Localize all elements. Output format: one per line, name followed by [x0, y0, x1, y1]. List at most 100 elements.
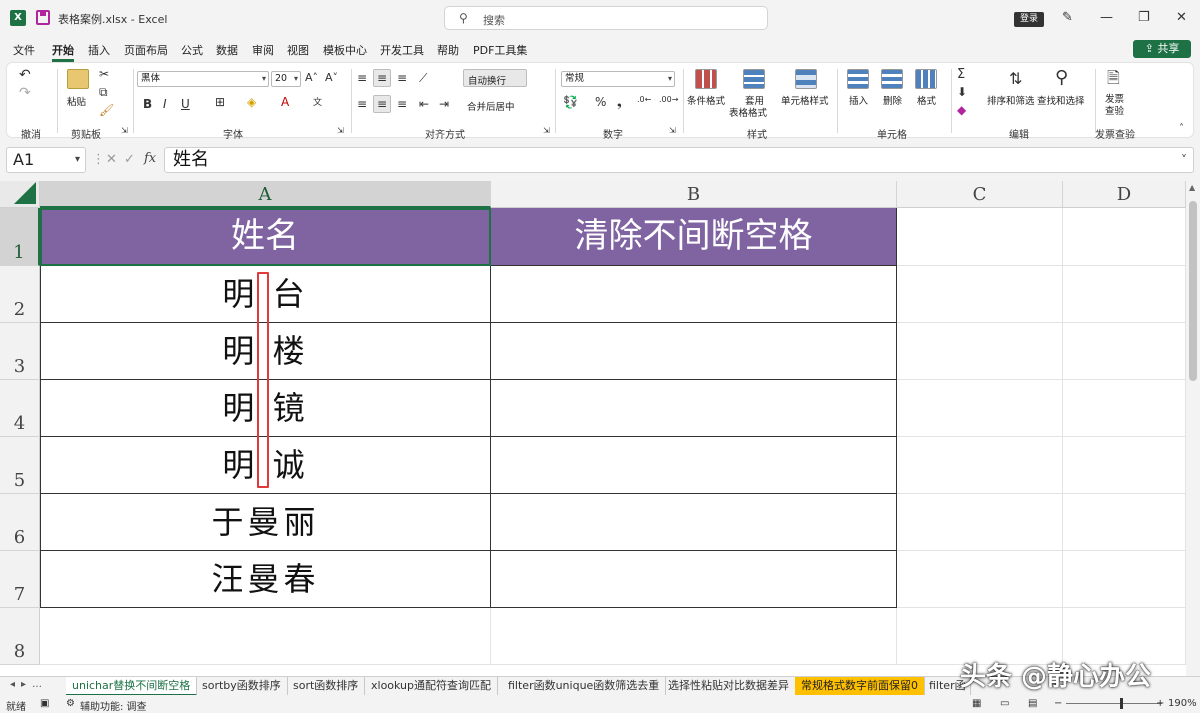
fill-icon[interactable]: ⬇ — [957, 85, 967, 99]
macro-icon[interactable]: ▣ — [40, 698, 49, 709]
cell-c7[interactable] — [897, 551, 1063, 608]
cell-c1[interactable] — [897, 208, 1063, 266]
save-icon[interactable] — [36, 10, 50, 25]
name-box[interactable]: A1 ▾ — [6, 147, 86, 173]
row-header-3[interactable]: 3 — [0, 323, 40, 380]
tab-developer[interactable]: 开发工具 — [380, 42, 424, 58]
column-header-d[interactable]: D — [1063, 181, 1186, 208]
tab-data[interactable]: 数据 — [216, 42, 238, 58]
orientation-icon[interactable]: ⟋ — [419, 71, 427, 86]
sort-filter-icon[interactable]: ⇅ — [1009, 69, 1022, 88]
insert-cells-button[interactable]: 插入 — [849, 93, 868, 107]
cell-d1[interactable] — [1063, 208, 1186, 266]
fill-color-icon[interactable]: ◈ — [247, 95, 256, 109]
sheet-tab[interactable]: sort函数排序 — [287, 677, 366, 696]
align-left-icon[interactable]: ≡ — [357, 97, 367, 111]
sheet-nav-icon[interactable]: ◂▸… — [10, 679, 48, 690]
pen-icon[interactable]: ✎ — [1062, 10, 1073, 25]
restore-icon[interactable]: ❐ — [1138, 10, 1150, 25]
currency-icon[interactable]: 💱 — [563, 95, 578, 109]
formula-input[interactable]: 姓名 ˅ — [164, 147, 1194, 173]
select-all-button[interactable] — [0, 181, 40, 208]
login-button[interactable]: 登录 — [1014, 12, 1044, 27]
tab-template-center[interactable]: 模板中心 — [323, 42, 367, 58]
column-header-c[interactable]: C — [897, 181, 1063, 208]
cell-c6[interactable] — [897, 494, 1063, 551]
number-format-select[interactable]: 常规 ▾ — [561, 71, 675, 87]
italic-button[interactable]: I — [163, 97, 167, 111]
cell-styles-button[interactable]: 单元格样式 — [781, 93, 829, 107]
invoice-icon[interactable]: 🗎 — [1107, 67, 1120, 94]
collapse-ribbon-icon[interactable]: ˄ — [1179, 123, 1184, 134]
cancel-icon[interactable]: ✕ — [106, 152, 117, 167]
find-select-button[interactable]: 查找和选择 — [1037, 93, 1085, 107]
tab-pdf-tools[interactable]: PDF工具集 — [473, 42, 527, 58]
copy-icon[interactable]: ⧉ — [99, 85, 108, 100]
sort-filter-button[interactable]: 排序和筛选 — [987, 93, 1035, 107]
row-header-6[interactable]: 6 — [0, 494, 40, 551]
tab-review[interactable]: 审阅 — [252, 42, 274, 58]
insert-function-icon[interactable]: fx — [144, 151, 156, 166]
accessibility-status[interactable]: 辅助功能: 调查 — [80, 698, 147, 713]
underline-button[interactable]: U — [181, 97, 190, 111]
zoom-slider[interactable] — [1066, 703, 1162, 704]
border-icon[interactable]: ⊞ — [215, 95, 225, 109]
cell-b4[interactable] — [491, 380, 897, 437]
find-icon[interactable]: ⚲ — [1055, 67, 1068, 88]
delete-cells-button[interactable]: 删除 — [883, 93, 902, 107]
tab-help[interactable]: 帮助 — [437, 42, 459, 58]
page-break-view-icon[interactable]: ▤ — [1028, 698, 1037, 709]
shrink-font-icon[interactable]: A˅ — [325, 71, 338, 84]
sheet-tab[interactable]: 常规格式数字前面保留0 — [795, 677, 925, 696]
cell-c4[interactable] — [897, 380, 1063, 437]
cell-b3[interactable] — [491, 323, 897, 380]
invoice-button-label-2[interactable]: 查验 — [1105, 103, 1124, 117]
cell-b5[interactable] — [491, 437, 897, 494]
merge-center-button[interactable]: 合并后居中 — [467, 99, 515, 113]
search-input[interactable]: ⚲ 搜索 — [444, 6, 768, 30]
undo-icon[interactable]: ↶ — [19, 67, 31, 83]
font-size-select[interactable]: 20 ▾ — [271, 71, 301, 87]
sheet-tab[interactable]: 选择性粘贴对比数据差异 — [662, 677, 796, 696]
sheet-tab[interactable]: filter函数unique函数筛选去重 — [502, 677, 667, 696]
enter-icon[interactable]: ✓ — [124, 152, 135, 167]
format-cells-icon[interactable] — [915, 69, 937, 89]
cell-d2[interactable] — [1063, 266, 1186, 323]
zoom-in-icon[interactable]: + — [1156, 698, 1164, 709]
tab-formulas[interactable]: 公式 — [181, 42, 203, 58]
cell-b8[interactable] — [491, 608, 897, 665]
cell-d7[interactable] — [1063, 551, 1186, 608]
sheet-tab[interactable]: sortby函数排序 — [196, 677, 288, 696]
cell-b1[interactable]: 清除不间断空格 — [491, 208, 897, 266]
font-name-select[interactable]: 黑体 ▾ — [137, 71, 269, 87]
cut-icon[interactable]: ✂ — [99, 67, 109, 81]
cell-d3[interactable] — [1063, 323, 1186, 380]
dialog-launcher-icon[interactable]: ⇲ — [337, 126, 344, 135]
bold-button[interactable]: B — [143, 97, 152, 111]
align-top-icon[interactable]: ≡ — [357, 71, 367, 85]
paste-icon[interactable] — [67, 69, 89, 89]
dialog-launcher-icon[interactable]: ⇲ — [669, 126, 676, 135]
grow-font-icon[interactable]: A˄ — [305, 71, 318, 84]
tab-insert[interactable]: 插入 — [88, 42, 110, 58]
format-painter-icon[interactable]: 🖌 — [99, 103, 114, 117]
tab-view[interactable]: 视图 — [287, 42, 309, 58]
align-right-icon[interactable]: ≡ — [397, 97, 407, 111]
page-layout-view-icon[interactable]: ▭ — [1000, 698, 1009, 709]
row-header-8[interactable]: 8 — [0, 608, 40, 665]
conditional-format-icon[interactable] — [695, 69, 717, 89]
cell-c3[interactable] — [897, 323, 1063, 380]
row-header-5[interactable]: 5 — [0, 437, 40, 494]
row-header-7[interactable]: 7 — [0, 551, 40, 608]
indent-decrease-icon[interactable]: ⇤ — [419, 97, 429, 111]
phonetic-icon[interactable]: 文 — [313, 95, 322, 108]
row-header-2[interactable]: 2 — [0, 266, 40, 323]
zoom-level[interactable]: 190% — [1168, 698, 1197, 709]
sheet-tab[interactable]: unichar替换不间断空格 — [66, 677, 198, 696]
format-cells-button[interactable]: 格式 — [917, 93, 936, 107]
minimize-icon[interactable]: — — [1100, 10, 1113, 25]
normal-view-icon[interactable]: ▦ — [972, 698, 981, 709]
row-header-1[interactable]: 1 — [0, 208, 40, 266]
redo-icon[interactable]: ↷ — [19, 85, 31, 101]
tab-home[interactable]: 开始 — [52, 42, 74, 58]
